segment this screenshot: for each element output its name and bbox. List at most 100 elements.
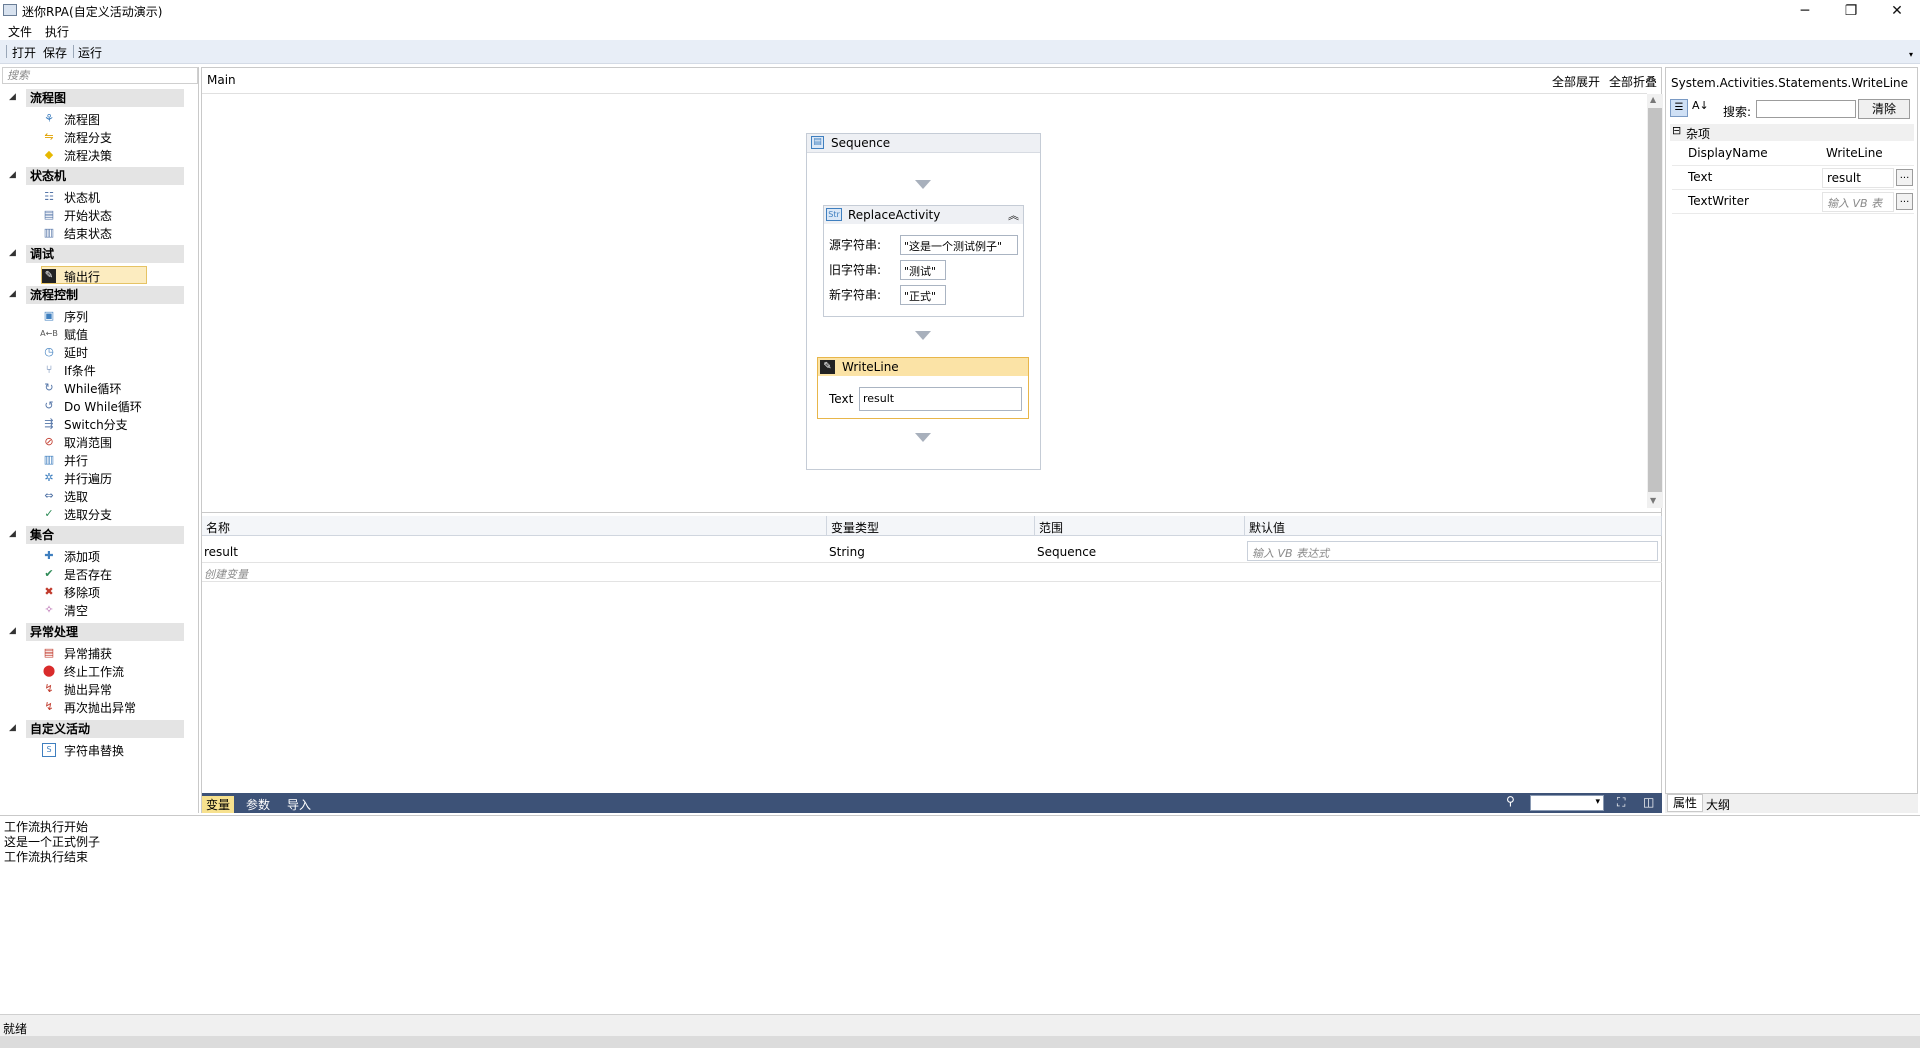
toolbox-category-custom[interactable]: ◢ 自定义活动 (0, 720, 185, 738)
toolbox-item-rethrow[interactable]: ↯ 再次抛出异常 (42, 698, 182, 716)
collapse-chevron-icon[interactable]: ︽ (1008, 207, 1019, 223)
fit-to-screen-icon[interactable]: ⛶ (1617, 795, 1625, 810)
writeline-text-input[interactable]: result (859, 387, 1022, 411)
toolbox-item-parallel[interactable]: ▥ 并行 (42, 451, 182, 469)
toolbox-item-initial-state[interactable]: ▤ 开始状态 (42, 206, 182, 224)
toolbox-item-flow-decision[interactable]: ◆ 流程决策 (42, 146, 182, 164)
toolbox-item-flowchart[interactable]: ⚘ 流程图 (42, 110, 182, 128)
toolbox-category-state-machine[interactable]: ◢ 状态机 (0, 167, 185, 185)
toolbox-item-add-to-collection[interactable]: ✚ 添加项 (42, 547, 182, 565)
property-row-text[interactable]: Text result ... (1672, 166, 1914, 190)
toolbox-item-delay[interactable]: ◷ 延时 (42, 343, 182, 361)
toolbox-item-while[interactable]: ↻ While循环 (42, 379, 182, 397)
save-button[interactable]: 保存 (43, 44, 67, 61)
toolbox-category-flow-control[interactable]: ◢ 流程控制 (0, 286, 185, 304)
tab-imports[interactable]: 导入 (287, 796, 311, 813)
expression-editor-button[interactable]: ... (1896, 193, 1913, 210)
toolbox-category-error-handling[interactable]: ◢ 异常处理 (0, 623, 185, 641)
expand-all-link[interactable]: 全部展开 (1552, 73, 1600, 90)
exists-in-collection-icon: ✔ (44, 567, 54, 580)
var-header-name[interactable]: 名称 (202, 516, 827, 536)
toolbox-item-exists-in-collection[interactable]: ✔ 是否存在 (42, 565, 182, 583)
toolbox-item-remove-from-collection[interactable]: ✖ 移除项 (42, 583, 182, 601)
toolbox-item-terminate-workflow[interactable]: ⬤ 终止工作流 (42, 662, 182, 680)
var-name-cell[interactable]: result (204, 545, 238, 559)
toolbar: 打开 保存 运行 ▾ (0, 40, 1920, 64)
overview-map-icon[interactable]: ◫ (1643, 795, 1654, 809)
menu-run[interactable]: 执行 (42, 23, 72, 40)
open-button[interactable]: 打开 (12, 44, 36, 61)
clear-button[interactable]: 清除 (1858, 99, 1910, 119)
var-type-cell[interactable]: String (829, 545, 865, 559)
toolbox-item-throw[interactable]: ↯ 抛出异常 (42, 680, 182, 698)
toolbox-item-writeline[interactable]: ✎ 输出行 (41, 266, 147, 284)
toolbox-item-pick-branch[interactable]: ✓ 选取分支 (42, 505, 182, 523)
toolbox-item-do-while[interactable]: ↺ Do While循环 (42, 397, 182, 415)
var-scope-cell[interactable]: Sequence (1037, 545, 1096, 559)
zoom-level-dropdown[interactable]: ▾ (1530, 795, 1604, 811)
tab-properties[interactable]: 属性 (1667, 794, 1703, 812)
var-header-default[interactable]: 默认值 (1245, 516, 1662, 536)
toolbox-item-try-catch[interactable]: ▤ 异常捕获 (42, 644, 182, 662)
breadcrumb[interactable]: Main (207, 73, 236, 87)
toolbox-item-string-replace[interactable]: S 字符串替换 (42, 741, 182, 759)
toolbox-item-sequence[interactable]: ▣ 序列 (42, 307, 182, 325)
replace-activity-header[interactable]: Str ReplaceActivity ︽ (824, 206, 1023, 224)
toolbox-item-pick[interactable]: ⇔ 选取 (42, 487, 182, 505)
new-string-input[interactable]: "正式" (900, 285, 946, 305)
var-default-input[interactable]: 输入 VB 表达式 (1247, 541, 1658, 561)
collapse-box-icon[interactable]: ⊟ (1672, 124, 1681, 137)
sort-alphabetical-icon[interactable]: A↓ (1692, 99, 1709, 112)
menu-file[interactable]: 文件 (5, 23, 35, 40)
zoom-icon[interactable]: ⚲ (1506, 794, 1515, 808)
restore-button[interactable]: ❐ (1828, 0, 1874, 22)
create-variable-link[interactable]: 创建变量 (204, 566, 248, 582)
drop-arrow-icon[interactable] (915, 331, 931, 340)
var-header-type[interactable]: 变量类型 (827, 516, 1035, 536)
close-button[interactable]: ✕ (1874, 0, 1920, 22)
scroll-up-icon[interactable]: ▲ (1650, 95, 1656, 104)
scroll-down-icon[interactable]: ▼ (1650, 496, 1656, 505)
writeline-header[interactable]: ✎ WriteLine (818, 358, 1028, 376)
collapse-all-link[interactable]: 全部折叠 (1609, 73, 1657, 90)
property-value[interactable]: result (1822, 168, 1894, 188)
collapse-triangle-icon: ◢ (9, 289, 16, 299)
sequence-header[interactable]: ▤ Sequence (807, 134, 1040, 153)
categorized-view-icon[interactable]: ☰ (1670, 99, 1688, 117)
toolbox-item-assign[interactable]: A←B 赋值 (40, 325, 182, 343)
run-button[interactable]: 运行 (78, 44, 102, 61)
source-string-input[interactable]: "这是一个测试例子" (900, 235, 1018, 255)
expression-editor-button[interactable]: ... (1896, 169, 1913, 186)
item-label: 添加项 (64, 550, 101, 564)
toolbox-item-flow-switch[interactable]: ⇋ 流程分支 (42, 128, 182, 146)
drop-arrow-icon[interactable] (915, 180, 931, 189)
toolbox-item-switch[interactable]: ⇶ Switch分支 (42, 415, 182, 433)
tab-outline[interactable]: 大纲 (1706, 796, 1730, 813)
old-string-input[interactable]: "测试" (900, 260, 946, 280)
toolbox-category-flowchart[interactable]: ◢ 流程图 (0, 89, 185, 107)
item-label: 异常捕获 (64, 647, 113, 661)
property-value[interactable]: WriteLine (1822, 144, 1894, 164)
output-panel[interactable] (0, 815, 1920, 1014)
toolbox-item-parallel-foreach[interactable]: ✲ 并行遍历 (42, 469, 182, 487)
toolbox-search-input[interactable]: 搜索 (2, 67, 198, 84)
toolbar-overflow-icon[interactable]: ▾ (1909, 50, 1913, 59)
toolbox-item-if[interactable]: ⑂ If条件 (42, 361, 182, 379)
tab-variables[interactable]: 变量 (202, 796, 235, 813)
property-search-input[interactable] (1756, 100, 1856, 118)
toolbox-item-cancellation-scope[interactable]: ⊘ 取消范围 (42, 433, 182, 451)
property-row-displayname[interactable]: DisplayName WriteLine (1672, 142, 1914, 166)
toolbox-item-clear-collection[interactable]: ✧ 清空 (42, 601, 182, 619)
property-value[interactable]: 输入 VB 表 (1822, 192, 1894, 212)
property-row-textwriter[interactable]: TextWriter 输入 VB 表 ... (1672, 190, 1914, 214)
minimize-button[interactable]: ─ (1782, 0, 1828, 22)
toolbox-item-state-machine[interactable]: ☷ 状态机 (42, 188, 182, 206)
toolbox-category-debug[interactable]: ◢ 调试 (0, 245, 185, 263)
toolbox-category-collection[interactable]: ◢ 集合 (0, 526, 185, 544)
property-category[interactable]: ⊟ 杂项 (1670, 124, 1914, 141)
tab-arguments[interactable]: 参数 (246, 796, 270, 813)
drop-arrow-icon[interactable] (915, 433, 931, 442)
toolbox-item-final-state[interactable]: ▥ 结束状态 (42, 224, 182, 242)
var-header-scope[interactable]: 范围 (1035, 516, 1245, 536)
scrollbar-thumb[interactable] (1648, 108, 1662, 492)
